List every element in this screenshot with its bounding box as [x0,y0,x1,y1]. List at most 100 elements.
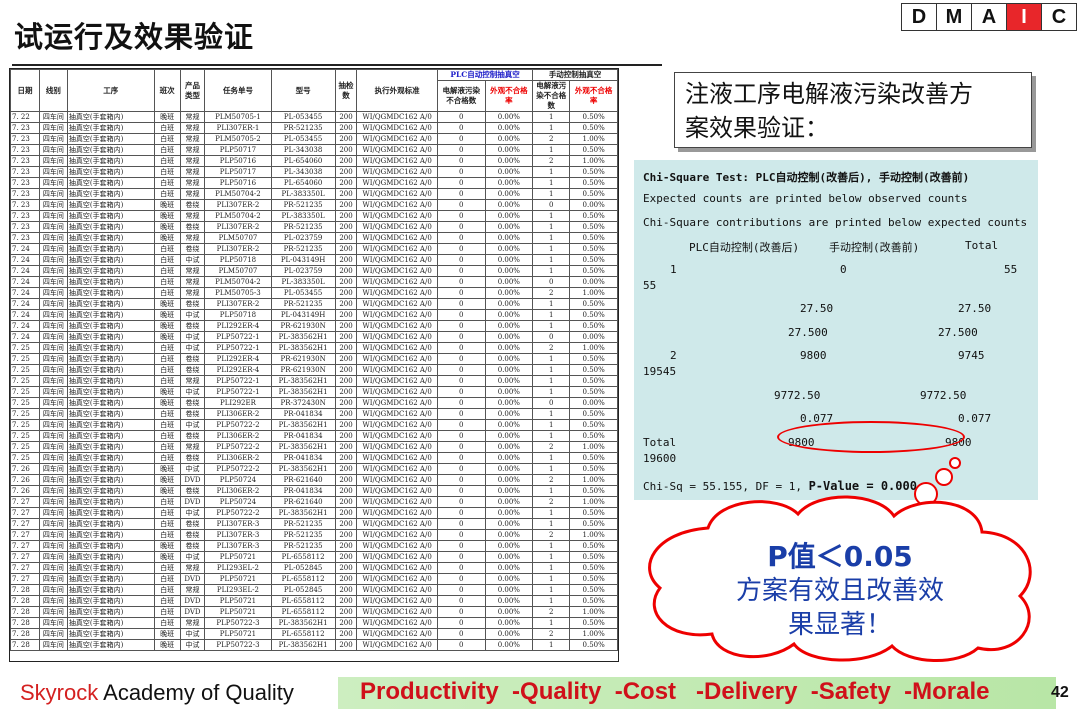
table-cell: 1 [532,320,571,332]
table-cell: 抽真空(手套箱内) [66,474,155,486]
table-cell: PR-521235 [270,540,336,552]
chi-col-plc: PLC自动控制(改善后) [689,241,800,254]
table-cell: 0 [437,353,486,365]
table-cell: 0.00% [484,452,534,464]
table-cell: PLP50717 [204,144,272,156]
table-cell: 0 [437,551,486,563]
table-cell: PL-383562H1 [270,463,336,475]
table-cell: 1 [532,584,571,596]
table-cell: 抽真空(手套箱内) [66,199,155,211]
table-cell: 0 [437,485,486,497]
table-cell: 四车间 [38,331,68,343]
table-cell: 白班 [153,606,181,618]
table-cell: 四车间 [38,320,68,332]
table-cell: 7. 24 [10,243,40,255]
table-cell: 四车间 [38,606,68,618]
column-header: 外观不合格率 [484,80,534,112]
table-cell: PLP50724 [204,496,272,508]
table-cell: 0 [437,430,486,442]
table-row: 7. 24 四车间 抽真空(手套箱内) 白班 卷绕 PLI307ER-2 PR-521235… [10,243,618,255]
table-cell: PR-621640 [270,496,336,508]
chi-row2-total: 19545 [643,365,677,378]
chi-row1-con-plc: 27.500 [788,326,828,339]
chi-row2-con-manual: 0.077 [958,412,992,425]
table-cell: 中试 [179,463,206,475]
table-cell: 7. 25 [10,375,40,387]
table-cell: 四车间 [38,584,68,596]
table-cell: 0.00% [484,111,534,123]
table-cell: 7. 25 [10,408,40,420]
table-cell: 0 [532,276,571,288]
table-cell: 1 [532,562,571,574]
table-cell: 抽真空(手套箱内) [66,265,155,277]
table-cell: WI/QGMDC162 A/0 [356,133,438,145]
table-cell: PL-023759 [270,265,336,277]
table-cell: 白班 [153,496,181,508]
table-cell: 0.00% [484,419,534,431]
table-cell: PLP50721 [204,551,272,563]
table-cell: 2 [532,628,571,640]
column-header: 抽检数 [334,69,358,112]
table-cell: 1 [532,122,571,134]
table-cell: 0 [437,540,486,552]
chi-col-manual: 手动控制(改善前) [829,241,920,254]
table-cell: 0.00% [484,474,534,486]
table-cell: WI/QGMDC162 A/0 [356,210,438,222]
footer-brand: Skyrock Academy of Quality [20,680,294,706]
chi-row1-index: 1 [670,263,677,276]
table-cell: 0 [437,573,486,585]
table-cell: 0.00% [484,485,534,497]
column-header: 电解液污染不合格数 [437,80,486,112]
table-cell: 抽真空(手套箱内) [66,364,155,376]
page-title: 试运行及效果验证 [14,20,255,54]
table-cell: 0.00% [569,397,618,409]
table-cell: 0.00% [484,287,534,299]
table-cell: 0.50% [569,562,618,574]
table-cell: 0.50% [569,144,618,156]
table-cell: PLI307ER-3 [204,529,272,541]
table-cell: 四车间 [38,628,68,640]
table-cell: 200 [334,320,358,332]
table-cell: 卷绕 [179,529,206,541]
table-cell: 抽真空(手套箱内) [66,529,155,541]
table-cell: 0.50% [569,320,618,332]
table-cell: 0 [437,133,486,145]
column-header: 电解液污染不合格数 [532,80,571,112]
table-cell: 1.00% [569,342,618,354]
table-cell: 7. 23 [10,188,40,200]
table-cell: 0.50% [569,243,618,255]
table-cell: 1 [532,573,571,585]
table-cell: 晚班 [153,474,181,486]
table-cell: 四车间 [38,617,68,629]
table-row: 7. 26 四车间 抽真空(手套箱内) 晚班 卷绕 PLI306ER-2 PR-041834… [10,485,618,497]
academy-name: Academy of Quality [98,680,294,705]
table-cell: 抽真空(手套箱内) [66,606,155,618]
table-cell: PL-053455 [270,111,336,123]
table-cell: 1 [532,144,571,156]
table-cell: 0.50% [569,111,618,123]
table-cell: 0.50% [569,188,618,200]
table-cell: 200 [334,254,358,266]
table-cell: 四车间 [38,375,68,387]
table-cell: PL-052845 [270,562,336,574]
table-cell: 抽真空(手套箱内) [66,452,155,464]
table-cell: 0.50% [569,210,618,222]
table-cell: PL-383350L [270,276,336,288]
table-cell: 四车间 [38,463,68,475]
table-row: 7. 25 四车间 抽真空(手套箱内) 白班 卷绕 PLI306ER-2 PR-041834… [10,452,618,464]
table-cell: 1 [532,595,571,607]
table-cell: 常规 [179,122,206,134]
table-cell: 0 [437,441,486,453]
table-cell: 白班 [153,144,181,156]
table-row: 7. 27 四车间 抽真空(手套箱内) 白班 卷绕 PLI307ER-3 PR-521235… [10,518,618,530]
table-cell: WI/QGMDC162 A/0 [356,232,438,244]
table-cell: 200 [334,243,358,255]
table-cell: 0 [437,364,486,376]
table-cell: 0.00% [569,331,618,343]
footer-slogan: Productivity -Quality -Cost -Delivery -S… [360,678,990,705]
table-cell: WI/QGMDC162 A/0 [356,562,438,574]
table-cell: 0 [437,617,486,629]
table-cell: 200 [334,639,358,651]
conclusion-line-3: 果显著！ [787,610,892,640]
table-cell: 0 [437,320,486,332]
